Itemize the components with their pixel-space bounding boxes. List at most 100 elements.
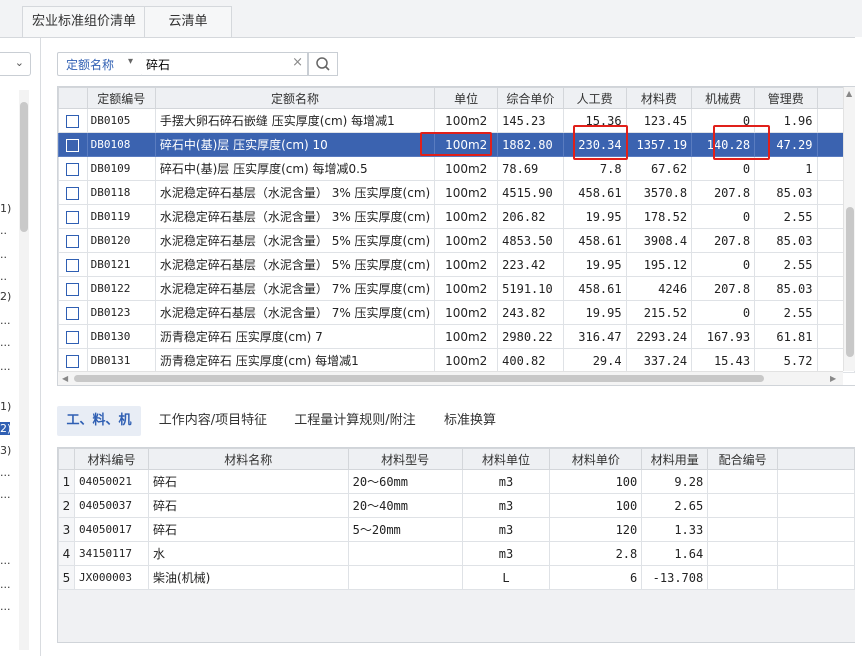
quota-row[interactable]: DB0109 碎石中(基)层 压实厚度(cm) 每增减0.5 100m2 78.69 7…: [58, 156, 855, 181]
header-material-model[interactable]: 材料型号: [347, 448, 463, 470]
row-checkbox[interactable]: [58, 156, 88, 181]
row-checkbox[interactable]: [58, 180, 88, 205]
quota-name-cell: 手摆大卵石碎石嵌缝 压实厚度(cm) 每增减1: [154, 108, 436, 133]
row-checkbox[interactable]: [58, 252, 88, 277]
clear-icon[interactable]: ×: [292, 55, 303, 70]
scroll-right-icon[interactable]: ▶: [830, 374, 836, 383]
material-row[interactable]: 3 04050017 碎石 5～20mm m3 120 1.33: [58, 517, 855, 542]
tree-node[interactable]: 1): [0, 400, 11, 413]
row-checkbox-box[interactable]: [66, 138, 80, 152]
header-material-price[interactable]: 材料单价: [549, 448, 643, 470]
quota-mgmt-cell: 85.03: [754, 180, 818, 205]
header-mix-code[interactable]: 配合编号: [707, 448, 779, 470]
quota-machine-cell: 0: [691, 156, 756, 181]
tree-node[interactable]: ...: [0, 314, 11, 327]
quota-horizontal-scrollbar[interactable]: ◀ ▶: [58, 371, 843, 385]
row-checkbox[interactable]: [58, 300, 88, 325]
row-checkbox-box[interactable]: [66, 306, 80, 320]
tab-cloud-list[interactable]: 云清单: [144, 6, 232, 37]
row-checkbox-box[interactable]: [66, 186, 80, 200]
tree-node[interactable]: ...: [0, 488, 11, 501]
material-blank-cell: [777, 493, 855, 518]
quota-row[interactable]: DB0119 水泥稳定碎石基层（水泥含量） 3% 压实厚度(cm) 100m2 206…: [58, 204, 855, 229]
quota-row[interactable]: DB0123 水泥稳定碎石基层（水泥含量） 7% 压实厚度(cm) 100m2 243…: [58, 300, 855, 325]
row-checkbox[interactable]: [58, 348, 88, 373]
quota-code-cell: DB0105: [86, 108, 156, 133]
header-price[interactable]: 综合单价: [497, 87, 564, 109]
quota-row[interactable]: DB0130 沥青稳定碎石 压实厚度(cm) 7 100m2 2980.22 316.4…: [58, 324, 855, 349]
left-panel-scrollbar[interactable]: [19, 90, 29, 650]
tree-node[interactable]: 3): [0, 444, 11, 457]
header-labor[interactable]: 人工费: [562, 87, 627, 109]
left-panel-dropdown[interactable]: ⌄: [0, 52, 31, 76]
chevron-down-icon: ▾: [128, 56, 134, 67]
quota-row[interactable]: DB0118 水泥稳定碎石基层（水泥含量） 3% 压实厚度(cm) 100m2 451…: [58, 180, 855, 205]
header-material[interactable]: 材料费: [625, 87, 693, 109]
tree-node[interactable]: ...: [0, 578, 11, 591]
quota-labor-cell: 458.61: [562, 180, 627, 205]
row-checkbox-box[interactable]: [66, 282, 80, 296]
tree-node-selected[interactable]: 2): [0, 422, 11, 435]
header-material-code[interactable]: 材料编号: [73, 448, 149, 470]
material-code-cell: 34150117: [73, 541, 149, 566]
quota-labor-cell: 316.47: [562, 324, 627, 349]
row-checkbox[interactable]: [58, 228, 88, 253]
quota-row[interactable]: DB0131 沥青稳定碎石 压实厚度(cm) 每增减1 100m2 400.82 29.…: [58, 348, 855, 373]
row-checkbox[interactable]: [58, 132, 88, 157]
material-blank-cell: [777, 541, 855, 566]
header-name[interactable]: 定额名称: [154, 87, 436, 109]
header-material-unit[interactable]: 材料单位: [461, 448, 551, 470]
header-mgmt[interactable]: 管理费: [754, 87, 818, 109]
search-button[interactable]: [308, 52, 338, 76]
row-checkbox[interactable]: [58, 276, 88, 301]
header-material-qty[interactable]: 材料用量: [641, 448, 709, 470]
material-row[interactable]: 2 04050037 碎石 20～40mm m3 100 2.65: [58, 493, 855, 518]
row-checkbox-box[interactable]: [66, 114, 80, 128]
header-material-name[interactable]: 材料名称: [147, 448, 349, 470]
quota-row[interactable]: DB0122 水泥稳定碎石基层（水泥含量） 7% 压实厚度(cm) 100m2 519…: [58, 276, 855, 301]
row-checkbox-box[interactable]: [66, 330, 80, 344]
tab-standard-conversion[interactable]: 标准换算: [438, 406, 502, 436]
row-checkbox[interactable]: [58, 204, 88, 229]
row-checkbox-box[interactable]: [66, 258, 80, 272]
tree-node[interactable]: ...: [0, 360, 11, 373]
row-checkbox-box[interactable]: [66, 354, 80, 368]
header-unit[interactable]: 单位: [434, 87, 499, 109]
tree-node[interactable]: ...: [0, 554, 11, 567]
material-qty-cell: -13.708: [641, 565, 709, 590]
quota-machine-cell: 207.8: [691, 180, 756, 205]
tab-work-content[interactable]: 工作内容/项目特征: [156, 406, 270, 436]
tab-labor-material-machine[interactable]: 工、料、机: [57, 406, 141, 436]
search-type-dropdown[interactable]: 定额名称 ▾: [57, 52, 143, 76]
material-row[interactable]: 1 04050021 碎石 20～60mm m3 100 9.28: [58, 469, 855, 494]
quota-mgmt-cell: 85.03: [754, 228, 818, 253]
row-checkbox-box[interactable]: [66, 234, 80, 248]
quota-unit-cell: 100m2: [434, 348, 499, 373]
header-code[interactable]: 定额编号: [86, 87, 156, 109]
header-machine[interactable]: 机械费: [691, 87, 756, 109]
search-input[interactable]: [146, 55, 286, 73]
tree-node[interactable]: ..: [0, 248, 7, 261]
tab-standard-pricing-list[interactable]: 宏业标准组价清单: [22, 6, 146, 37]
scroll-left-icon[interactable]: ◀: [62, 374, 68, 383]
row-checkbox-box[interactable]: [66, 162, 80, 176]
tree-node[interactable]: ...: [0, 600, 11, 613]
tree-node[interactable]: ..: [0, 224, 7, 237]
tree-node[interactable]: ...: [0, 336, 11, 349]
quota-row[interactable]: DB0120 水泥稳定碎石基层（水泥含量） 5% 压实厚度(cm) 100m2 485…: [58, 228, 855, 253]
row-checkbox-box[interactable]: [66, 210, 80, 224]
material-name-cell: 碎石: [147, 493, 349, 518]
material-row[interactable]: 5 JX000003 柴油(机械) L 6 -13.708: [58, 565, 855, 590]
row-checkbox[interactable]: [58, 108, 88, 133]
material-code-cell: JX000003: [73, 565, 149, 590]
quota-row[interactable]: DB0121 水泥稳定碎石基层（水泥含量） 5% 压实厚度(cm) 100m2 223…: [58, 252, 855, 277]
tree-node[interactable]: ..: [0, 270, 7, 283]
tree-node[interactable]: 2): [0, 290, 11, 303]
tab-calculation-rules[interactable]: 工程量计算规则/附注: [290, 406, 420, 436]
tree-node[interactable]: 1): [0, 202, 11, 215]
quota-mgmt-cell: 5.72: [754, 348, 818, 373]
row-checkbox[interactable]: [58, 324, 88, 349]
tree-node[interactable]: ...: [0, 466, 11, 479]
scroll-up-icon[interactable]: ▲: [846, 89, 852, 98]
material-row[interactable]: 4 34150117 水 m3 2.8 1.64: [58, 541, 855, 566]
